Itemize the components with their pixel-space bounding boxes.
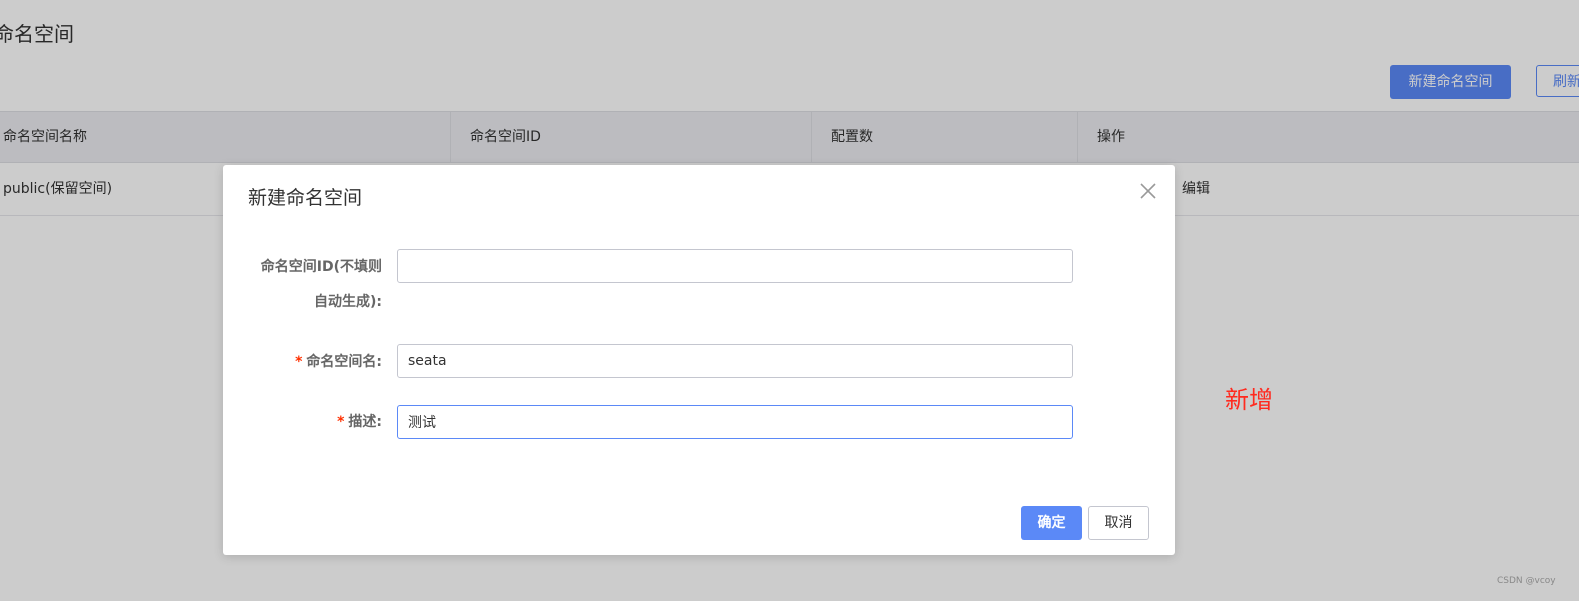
cancel-button[interactable]: 取消: [1088, 506, 1149, 540]
description-label: * 描述:: [337, 412, 382, 432]
description-input[interactable]: [397, 405, 1073, 439]
create-namespace-dialog: 新建命名空间 命名空间ID(不填则 自动生成): *命名空间名: *描述: 确定…: [223, 165, 1175, 555]
namespace-name-input[interactable]: [397, 344, 1073, 378]
page: 命名空间 新建命名空间 刷新 命名空间名称 命名空间ID 配置数 操作 publ…: [0, 0, 1579, 601]
close-icon-glyph: [1140, 183, 1156, 199]
namespace-id-input[interactable]: [397, 249, 1073, 283]
namespace-id-label: 命名空间ID(不填则 自动生成):: [261, 257, 382, 312]
watermark: CSDN @vcoy: [1497, 576, 1556, 586]
namespace-name-label: * 命名空间名:: [295, 352, 382, 372]
dialog-title: 新建命名空间: [248, 187, 363, 209]
required-mark: *: [337, 414, 345, 430]
namespace-id-label-line1: 命名空间ID(不填则: [260, 259, 382, 275]
namespace-id-label-line2: 自动生成):: [314, 294, 382, 310]
required-mark: *: [295, 354, 303, 370]
description-label-text: 描述:: [348, 414, 382, 430]
confirm-button[interactable]: 确定: [1021, 506, 1082, 540]
annotation-label: 新增: [1225, 386, 1273, 414]
close-icon[interactable]: [1138, 181, 1158, 201]
namespace-name-label-text: 命名空间名:: [306, 354, 382, 370]
